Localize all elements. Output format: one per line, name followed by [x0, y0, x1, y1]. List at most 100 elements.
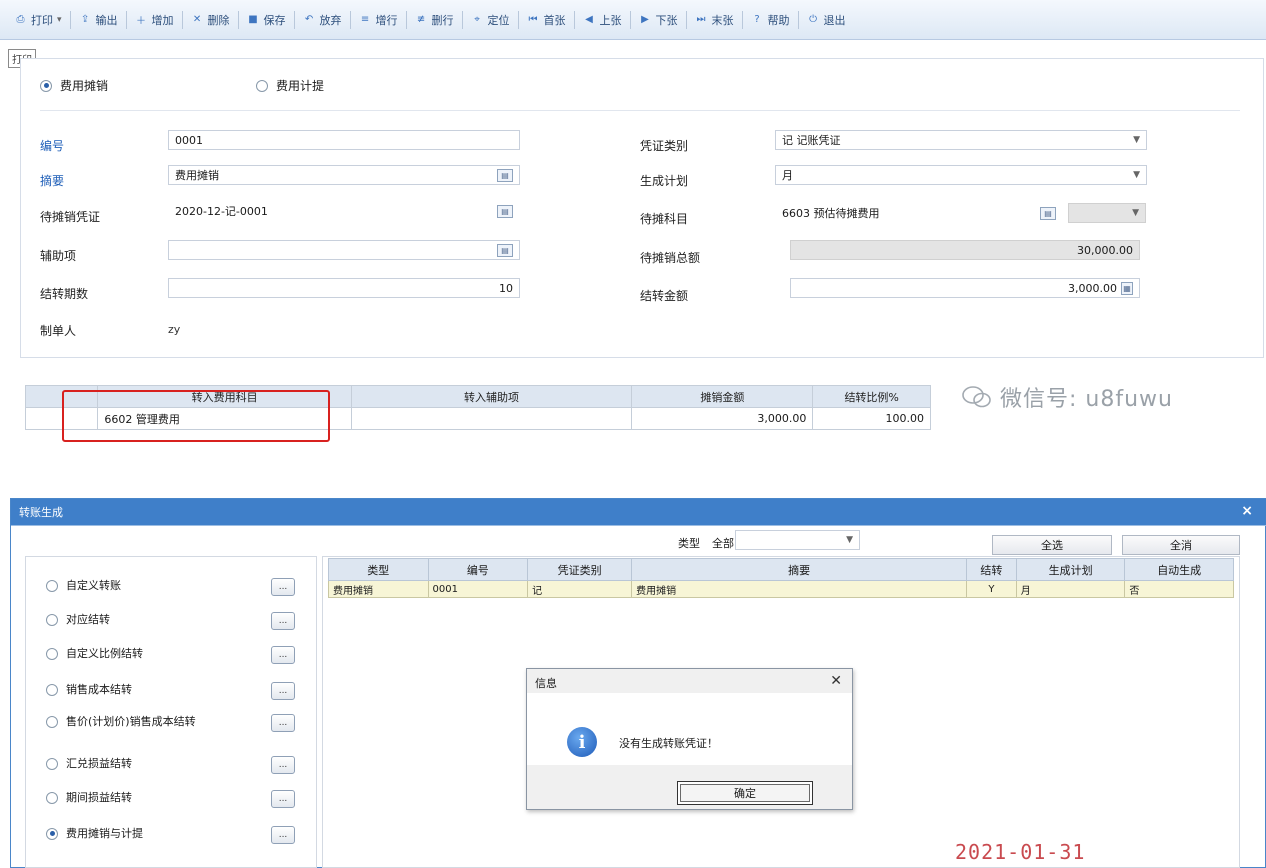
amount-field[interactable]: 3,000.00 ▦: [790, 278, 1140, 298]
radio-unselected-icon: [46, 715, 58, 728]
chevron-down-icon: ▾: [57, 14, 62, 25]
grid-header: 结转比例%: [812, 385, 931, 408]
toolbar-button[interactable]: ⇪ 输出: [73, 8, 124, 32]
table-row[interactable]: 费用摊销 0001 记 费用摊销 Y 月 否: [328, 580, 1234, 598]
grid-cell[interactable]: 记: [527, 580, 633, 598]
toolbar-button[interactable]: ✕ 删除: [185, 8, 236, 32]
periods-field[interactable]: 10: [168, 278, 520, 298]
dialog-title: 转账生成: [11, 499, 1266, 525]
toolbar-icon: ✕: [192, 14, 202, 25]
toolbar-button[interactable]: ＋ 增加: [129, 8, 180, 32]
toolbar-separator: [125, 10, 127, 29]
close-icon[interactable]: ✕: [830, 673, 842, 689]
toolbar-button[interactable]: ? 帮助: [745, 8, 796, 32]
toolbar-label: 退出: [823, 13, 846, 27]
transfer-type-list: 自定义转账... 对应结转... 自定义比例结转... 销售成本结转... 售价(计划价…: [25, 556, 317, 868]
transfer-type-label: 售价(计划价)销售成本结转: [66, 715, 196, 728]
toolbar-button[interactable]: ⏮ 首张: [521, 8, 572, 32]
reference-icon[interactable]: ▤: [497, 243, 513, 257]
ok-button[interactable]: 确定: [677, 781, 813, 805]
radio-amortize[interactable]: 费用摊销: [40, 77, 108, 94]
summary-field[interactable]: 费用摊销 ▤: [168, 165, 520, 185]
toolbar-button[interactable]: ≢ 删行: [409, 8, 460, 32]
transfer-type-item[interactable]: 汇兑损益结转: [46, 757, 256, 770]
toolbar-label: 下张: [655, 13, 678, 27]
transfer-type-detail-button[interactable]: ...: [271, 646, 295, 664]
transfer-type-label: 费用摊销与计提: [66, 827, 143, 840]
grid-cell[interactable]: 费用摊销: [328, 580, 429, 598]
number-value: 0001: [175, 133, 203, 147]
toolbar: ⎙ 打印 ▾ ⇪ 输出 ＋ 增加 ✕ 删除 ■ 保存 ↶ 放弃 ≡ 增行 ≢ 删行 ⌖ 定位 ⏮ 首张 ◀ 上张 ▶ 下张 ⏭ 末张…: [0, 0, 1266, 40]
toolbar-button[interactable]: ≡ 增行: [353, 8, 404, 32]
grid-cell[interactable]: [350, 407, 633, 430]
pending-account-field[interactable]: 6603 预估待摊费用 ▤: [775, 203, 1063, 223]
total-value: 30,000.00: [1077, 243, 1133, 257]
reference-icon[interactable]: ▤: [1040, 206, 1056, 220]
toolbar-button[interactable]: ⌖ 定位: [465, 8, 516, 32]
pending-account-aux-select[interactable]: ▼: [1068, 203, 1146, 223]
grid-header: 自动生成: [1124, 558, 1234, 581]
transfer-type-item[interactable]: 自定义比例结转: [46, 647, 256, 660]
reference-icon[interactable]: ▤: [497, 168, 513, 182]
toolbar-button[interactable]: ⎙ 打印 ▾: [8, 8, 68, 32]
transfer-type-detail-button[interactable]: ...: [271, 756, 295, 774]
chevron-down-icon: ▼: [1133, 170, 1140, 180]
toolbar-button[interactable]: ↶ 放弃: [297, 8, 348, 32]
aux-field[interactable]: ▤: [168, 240, 520, 260]
grid-header: 编号: [427, 558, 529, 581]
calculator-icon[interactable]: ▦: [1121, 281, 1133, 295]
close-icon[interactable]: ×: [1241, 503, 1253, 519]
transfer-type-detail-button[interactable]: ...: [271, 682, 295, 700]
chevron-down-icon: ▼: [1132, 208, 1139, 218]
toolbar-icon: ⏮: [528, 14, 538, 25]
transfer-type-detail-button[interactable]: ...: [271, 612, 295, 630]
toolbar-button[interactable]: ⏻ 退出: [801, 8, 852, 32]
transfer-type-item[interactable]: 对应结转: [46, 613, 256, 626]
transfer-type-detail-button[interactable]: ...: [271, 790, 295, 808]
toolbar-separator: [69, 10, 71, 29]
toolbar-label: 增行: [375, 13, 398, 27]
select-all-button[interactable]: 全选: [992, 535, 1112, 555]
toolbar-button[interactable]: ■ 保存: [241, 8, 292, 32]
transfer-type-label: 期间损益结转: [66, 791, 132, 804]
toolbar-button[interactable]: ▶ 下张: [633, 8, 684, 32]
toolbar-icon: ▶: [641, 14, 649, 25]
toolbar-separator: [685, 10, 687, 29]
grid-cell[interactable]: 0001: [427, 580, 529, 598]
transfer-type-detail-button[interactable]: ...: [271, 826, 295, 844]
grid-cell[interactable]: 月: [1015, 580, 1126, 598]
radio-selected-icon: [40, 79, 52, 92]
type-select[interactable]: ▼: [735, 530, 860, 550]
grid-cell[interactable]: 费用摊销: [631, 580, 968, 598]
radio-accrue[interactable]: 费用计提: [256, 77, 324, 94]
deselect-all-button[interactable]: 全消: [1122, 535, 1240, 555]
toolbar-icon: ⇪: [80, 14, 90, 25]
grid-cell[interactable]: 100.00: [812, 407, 931, 430]
transfer-type-item[interactable]: 销售成本结转: [46, 683, 256, 696]
radio-unselected-icon: [46, 647, 58, 660]
voucher-type-select[interactable]: 记 记账凭证 ▼: [775, 130, 1147, 150]
transfer-list-grid: 类型 编号 凭证类别 摘要 结转 生成计划 自动生成 费用摊销 0001 记 费…: [328, 558, 1234, 598]
toolbar-icon: ≡: [360, 14, 370, 25]
reference-icon[interactable]: ▤: [497, 204, 513, 218]
transfer-type-item[interactable]: 费用摊销与计提: [46, 827, 256, 840]
field-label-pending-account: 待摊科目: [640, 212, 689, 226]
grid-cell[interactable]: 否: [1124, 580, 1234, 598]
transfer-type-item[interactable]: 售价(计划价)销售成本结转: [46, 715, 256, 728]
transfer-type-detail-button[interactable]: ...: [271, 714, 295, 732]
pending-voucher-value: 2020-12-记-0001: [175, 205, 268, 218]
transfer-type-item[interactable]: 自定义转账: [46, 579, 256, 592]
transfer-type-item[interactable]: 期间损益结转: [46, 791, 256, 804]
toolbar-icon: ↶: [304, 14, 314, 25]
toolbar-separator: [405, 10, 407, 29]
plan-select[interactable]: 月 ▼: [775, 165, 1147, 185]
grid-cell[interactable]: 3,000.00: [631, 407, 814, 430]
transfer-type-detail-button[interactable]: ...: [271, 578, 295, 596]
grid-header: 摊销金额: [631, 385, 814, 408]
toolbar-button[interactable]: ◀ 上张: [577, 8, 628, 32]
toolbar-button[interactable]: ⏭ 末张: [689, 8, 740, 32]
toolbar-icon: ?: [754, 14, 760, 25]
grid-cell[interactable]: Y: [966, 580, 1017, 598]
pending-voucher-field[interactable]: 2020-12-记-0001 ▤: [168, 201, 520, 221]
number-field[interactable]: 0001: [168, 130, 520, 150]
